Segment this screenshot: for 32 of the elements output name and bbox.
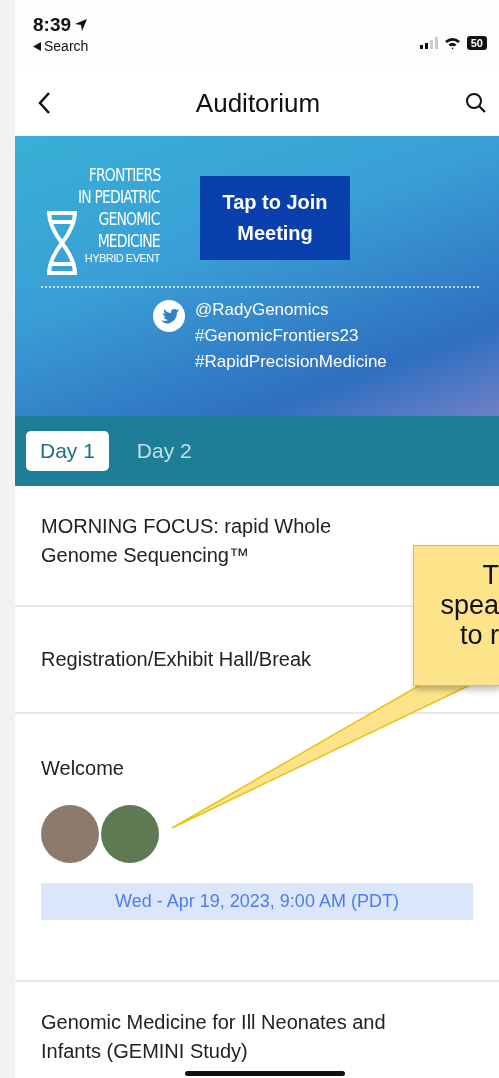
battery-level: 50 [466,36,487,50]
join-meeting-button[interactable]: Tap to Join Meeting [200,176,350,260]
twitter-handle: @RadyGenomics [195,300,330,320]
session-title[interactable]: Genomic Medicine for Ill Neonates and Infants (GEMINI Study) [41,1008,419,1066]
bird-icon [153,300,185,332]
hashtag: #GenomicFrontiers23 [195,326,360,346]
logo-text: GENOMIC [98,208,160,230]
logo-subtitle: HYBRID EVENT [84,252,160,264]
hashtag: #RapidPrecisionMedicine [195,352,387,372]
page-title: Auditorium [195,87,321,119]
status-time: 8:39 [33,14,72,36]
logo-text: FRONTIERS [88,164,160,186]
session-title[interactable]: MORNING FOCUS: rapid Whole Genome Sequencing™ [41,512,396,570]
logo-text: MEDICINE [97,230,160,252]
logo-text: IN PEDIATRIC [78,186,160,208]
back-chevron-icon[interactable] [37,91,51,115]
day-tab[interactable]: Day 1 [26,431,109,471]
location-arrow-icon [74,18,89,32]
wifi-icon [443,36,461,50]
session-title[interactable]: Welcome [41,754,124,783]
search-icon[interactable] [465,92,487,114]
speaker-avatar[interactable] [101,805,159,863]
back-to-search-link[interactable]: Search [44,38,89,54]
dna-helix-icon [45,210,79,276]
session-title[interactable]: Registration/Exhibit Hall/Break [41,645,312,674]
session-date: Wed - Apr 19, 2023, 9:00 AM (PDT) [41,883,473,920]
signal-icon [419,37,438,49]
callout-text: spea [440,590,499,620]
back-triangle-icon[interactable] [33,41,41,51]
callout-text: T [482,560,499,590]
callout-text: to r [460,620,499,650]
speaker-avatar[interactable] [41,805,99,863]
